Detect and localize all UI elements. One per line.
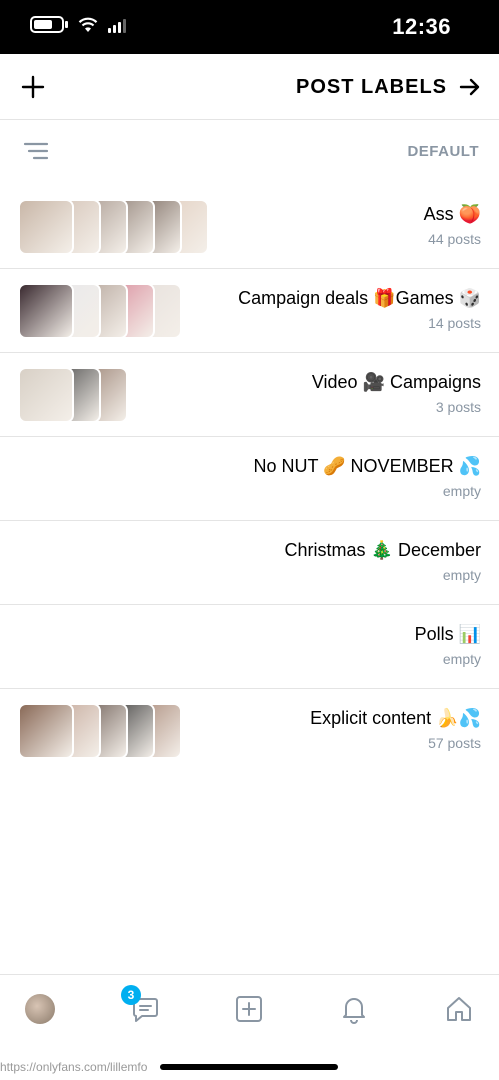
label-count: 3 posts — [435, 399, 481, 415]
label-row-explicit-content[interactable]: Explicit content 🍌💦 57 posts — [0, 689, 499, 773]
nav-messages[interactable]: 3 — [121, 985, 163, 1027]
post-thumbnail — [18, 199, 74, 255]
label-count: 14 posts — [428, 315, 481, 331]
label-row-christmas-december[interactable]: Christmas 🎄 December empty — [0, 521, 499, 605]
signal-icon — [108, 17, 126, 33]
nav-profile[interactable] — [22, 991, 58, 1027]
sort-icon[interactable] — [22, 139, 50, 163]
thumbnail-stack — [18, 367, 128, 423]
home-icon — [447, 997, 471, 1021]
nav-notifications[interactable] — [336, 991, 372, 1027]
label-title: Campaign deals 🎁Games 🎲 — [238, 288, 481, 308]
label-count: 57 posts — [428, 735, 481, 751]
wifi-icon — [78, 17, 98, 32]
labels-list: Ass 🍑 44 posts Campaign deals 🎁Games 🎲 1… — [0, 185, 499, 773]
sort-label[interactable]: DEFAULT — [407, 143, 479, 160]
page-title: POST LABELS — [295, 76, 447, 98]
thumbnail-stack — [18, 283, 182, 339]
header: POST LABELS — [0, 54, 499, 120]
add-square-icon — [236, 996, 262, 1022]
label-count: empty — [442, 483, 481, 499]
label-title: Christmas 🎄 December — [284, 540, 481, 560]
nav-new-post[interactable] — [231, 991, 267, 1027]
avatar-icon — [25, 994, 55, 1024]
label-count: 44 posts — [428, 231, 481, 247]
post-thumbnail — [18, 367, 74, 423]
battery-icon — [30, 16, 68, 33]
status-time: 12:36 — [392, 14, 451, 39]
post-thumbnail — [18, 283, 74, 339]
label-row-ass[interactable]: Ass 🍑 44 posts — [0, 185, 499, 269]
label-row-polls[interactable]: Polls 📊 empty — [0, 605, 499, 689]
label-title: Ass 🍑 — [423, 204, 481, 224]
post-thumbnail — [18, 703, 74, 759]
label-count: empty — [442, 651, 481, 667]
label-row-video-campaigns[interactable]: Video 🎥 Campaigns 3 posts — [0, 353, 499, 437]
bottom-nav: 3 — [0, 974, 499, 1040]
message-badge: 3 — [121, 985, 141, 1005]
label-title: No NUT 🥜 NOVEMBER 💦 — [253, 456, 481, 476]
label-count: empty — [442, 567, 481, 583]
back-button[interactable] — [455, 72, 485, 102]
status-bar: 12:36 — [0, 0, 499, 54]
label-title: Explicit content 🍌💦 — [310, 708, 481, 728]
nav-home[interactable] — [441, 991, 477, 1027]
thumbnail-stack — [18, 199, 209, 255]
home-indicator — [160, 1064, 338, 1070]
label-row-no-nut-november[interactable]: No NUT 🥜 NOVEMBER 💦 empty — [0, 437, 499, 521]
bell-icon — [343, 998, 365, 1024]
status-icons — [30, 16, 126, 33]
plus-icon — [21, 75, 45, 99]
label-title: Polls 📊 — [414, 624, 481, 644]
arrow-right-icon — [459, 78, 480, 96]
label-row-campaign-deals[interactable]: Campaign deals 🎁Games 🎲 14 posts — [0, 269, 499, 353]
thumbnail-stack — [18, 703, 182, 759]
sort-row: DEFAULT — [0, 121, 499, 181]
url-text: https://onlyfans.com/lillemfo — [0, 1060, 148, 1074]
add-label-button[interactable] — [18, 72, 48, 102]
label-title: Video 🎥 Campaigns — [311, 372, 481, 392]
